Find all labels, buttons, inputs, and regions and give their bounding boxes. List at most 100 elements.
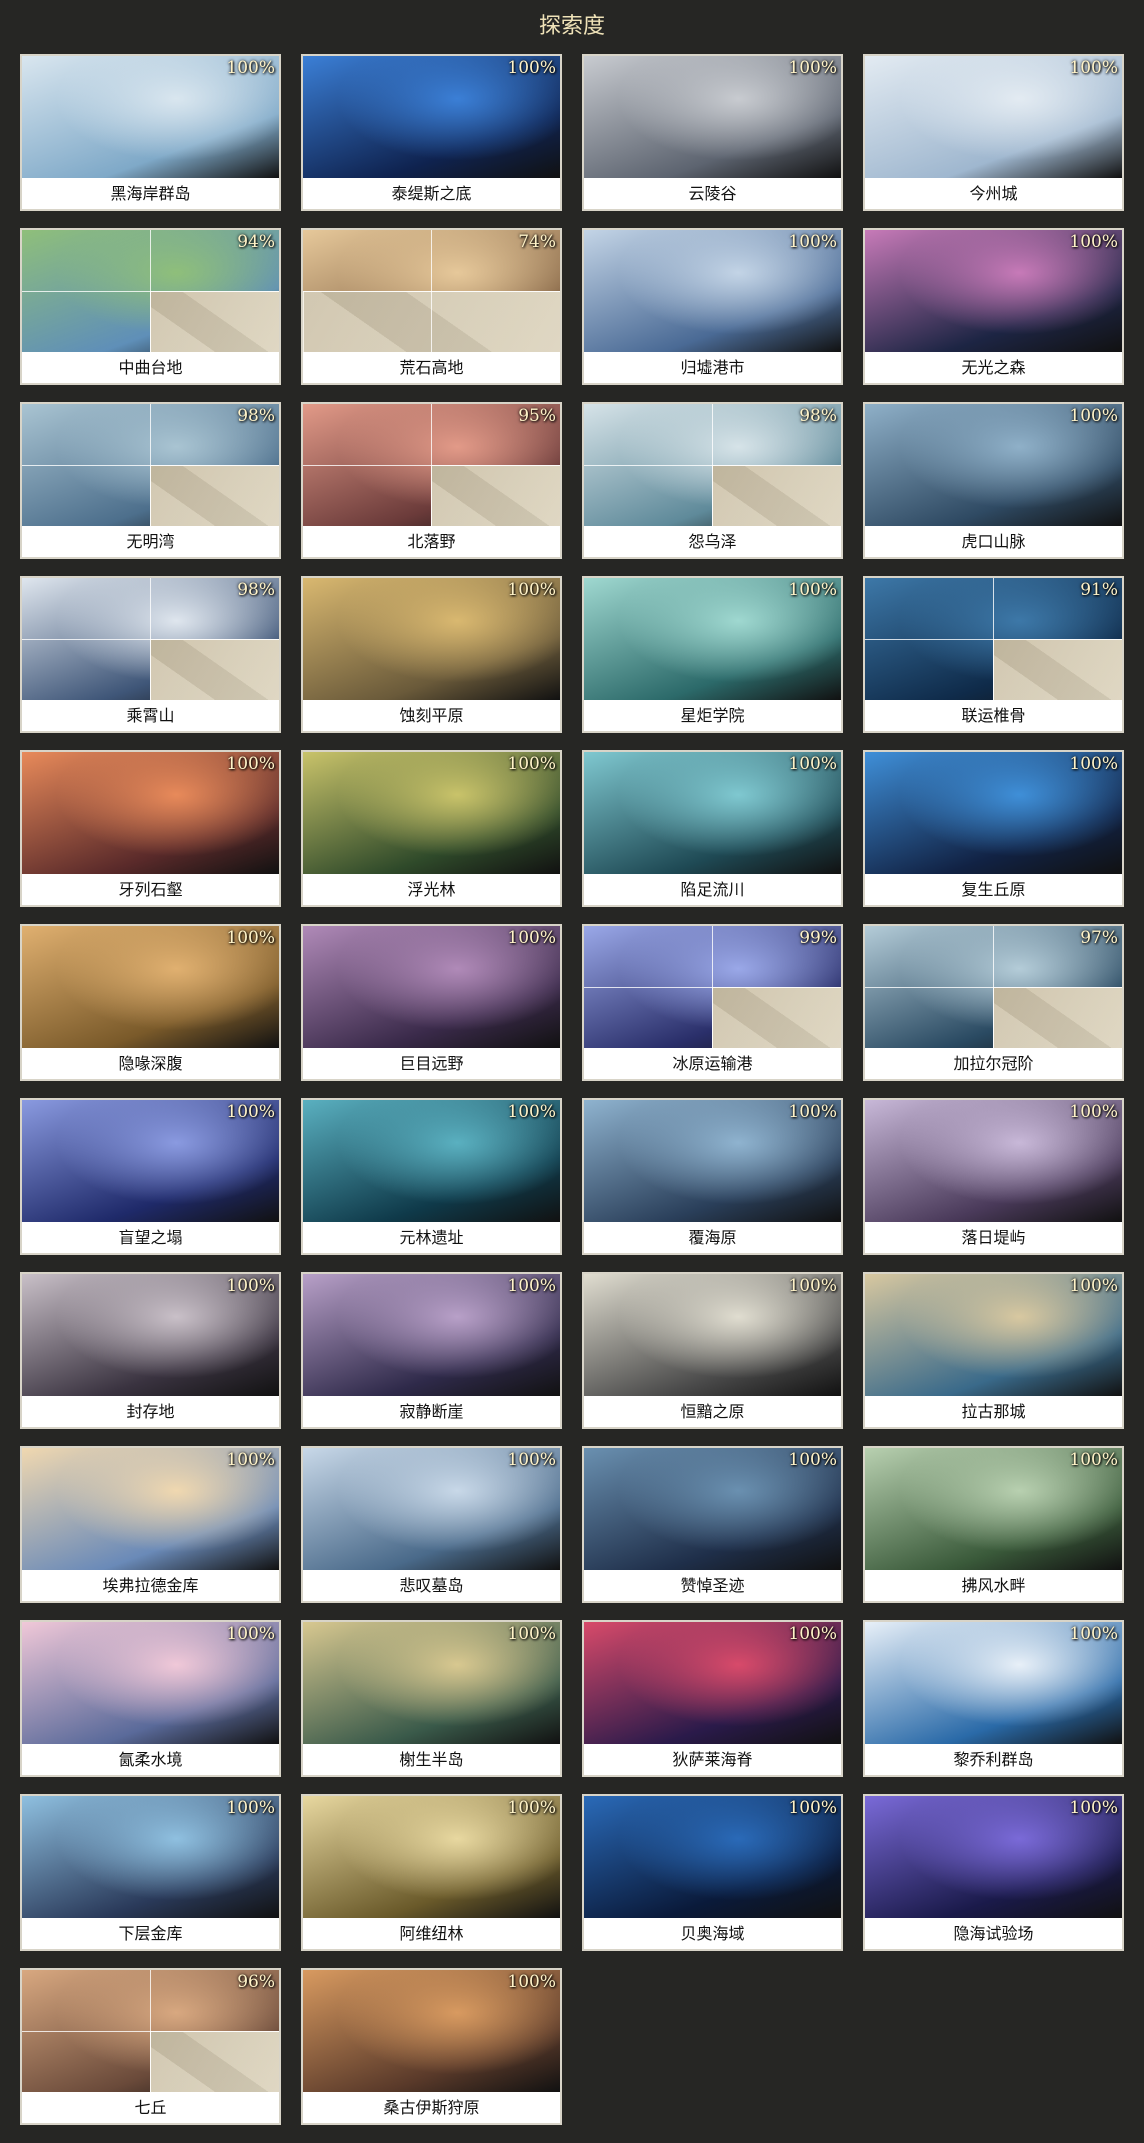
region-card[interactable]: 100% 盲望之塌 xyxy=(20,1098,281,1255)
region-card[interactable]: 100% 封存地 xyxy=(20,1272,281,1429)
region-card[interactable]: 100% 蚀刻平原 xyxy=(301,576,562,733)
region-card[interactable]: 100% 虎口山脉 xyxy=(863,402,1124,559)
region-card[interactable]: 100% 巨目远野 xyxy=(301,924,562,1081)
region-card[interactable]: 100% 归墟港市 xyxy=(582,228,843,385)
region-name: 冰原运输港 xyxy=(584,1048,841,1079)
region-card[interactable]: 100% 浮光林 xyxy=(301,750,562,907)
region-card[interactable]: 100% 阿维纽林 xyxy=(301,1794,562,1951)
exploration-percent: 100% xyxy=(507,1450,556,1470)
region-name: 狄萨莱海脊 xyxy=(584,1744,841,1775)
region-thumbnail: 100% xyxy=(303,926,560,1048)
region-name: 云陵谷 xyxy=(584,178,841,209)
exploration-percent: 97% xyxy=(1080,928,1118,948)
region-name: 赞悼圣迹 xyxy=(584,1570,841,1601)
exploration-percent: 100% xyxy=(507,580,556,600)
region-card[interactable]: 98% 怨乌泽 xyxy=(582,402,843,559)
region-card[interactable]: 100% 今州城 xyxy=(863,54,1124,211)
region-card[interactable]: 100% 覆海原 xyxy=(582,1098,843,1255)
region-thumbnail: 94% xyxy=(22,230,279,352)
map-divider xyxy=(150,404,151,526)
region-card[interactable]: 100% 元林遗址 xyxy=(301,1098,562,1255)
region-card[interactable]: 100% 泰缇斯之底 xyxy=(301,54,562,211)
region-card[interactable]: 100% 落日堤屿 xyxy=(863,1098,1124,1255)
region-card[interactable]: 96% 七丘 xyxy=(20,1968,281,2125)
region-name: 悲叹墓岛 xyxy=(303,1570,560,1601)
region-card[interactable]: 100% 贝奥海域 xyxy=(582,1794,843,1951)
region-card[interactable]: 100% 陷足流川 xyxy=(582,750,843,907)
exploration-percent: 100% xyxy=(788,1276,837,1296)
region-card[interactable]: 98% 乘霄山 xyxy=(20,576,281,733)
exploration-percent: 100% xyxy=(788,754,837,774)
region-name: 虎口山脉 xyxy=(865,526,1122,557)
region-card[interactable]: 95% 北落野 xyxy=(301,402,562,559)
map-divider xyxy=(150,578,151,700)
region-card[interactable]: 100% 复生丘原 xyxy=(863,750,1124,907)
region-card[interactable]: 100% 寂静断崖 xyxy=(301,1272,562,1429)
exploration-percent: 100% xyxy=(1069,1102,1118,1122)
region-name: 贝奥海域 xyxy=(584,1918,841,1949)
region-card[interactable]: 100% 拂风水畔 xyxy=(863,1446,1124,1603)
region-card[interactable]: 100% 氤柔水境 xyxy=(20,1620,281,1777)
region-card[interactable]: 100% 黎乔利群岛 xyxy=(863,1620,1124,1777)
region-thumbnail: 100% xyxy=(22,752,279,874)
region-card[interactable]: 98% 无明湾 xyxy=(20,402,281,559)
exploration-percent: 98% xyxy=(237,406,275,426)
region-card[interactable]: 100% 悲叹墓岛 xyxy=(301,1446,562,1603)
region-name: 阿维纽林 xyxy=(303,1918,560,1949)
region-name: 复生丘原 xyxy=(865,874,1122,905)
region-thumbnail: 100% xyxy=(865,1274,1122,1396)
region-name: 氤柔水境 xyxy=(22,1744,279,1775)
region-card[interactable]: 100% 榭生半岛 xyxy=(301,1620,562,1777)
region-card[interactable]: 100% 云陵谷 xyxy=(582,54,843,211)
region-card[interactable]: 100% 隐喙深腹 xyxy=(20,924,281,1081)
exploration-percent: 100% xyxy=(507,1624,556,1644)
region-card[interactable]: 100% 赞悼圣迹 xyxy=(582,1446,843,1603)
region-name: 拉古那城 xyxy=(865,1396,1122,1427)
region-thumbnail: 100% xyxy=(22,1622,279,1744)
region-card[interactable]: 94% 中曲台地 xyxy=(20,228,281,385)
unexplored-map-panel xyxy=(431,465,560,526)
region-card[interactable]: 100% 恒黯之原 xyxy=(582,1272,843,1429)
exploration-percent: 100% xyxy=(507,58,556,78)
region-name: 黎乔利群岛 xyxy=(865,1744,1122,1775)
region-name: 蚀刻平原 xyxy=(303,700,560,731)
region-name: 无光之森 xyxy=(865,352,1122,383)
region-card[interactable]: 100% 隐海试验场 xyxy=(863,1794,1124,1951)
region-card[interactable]: 100% 牙列石壑 xyxy=(20,750,281,907)
region-card[interactable]: 97% 加拉尔冠阶 xyxy=(863,924,1124,1081)
region-name: 落日堤屿 xyxy=(865,1222,1122,1253)
region-thumbnail: 100% xyxy=(303,1796,560,1918)
region-card[interactable]: 100% 下层金库 xyxy=(20,1794,281,1951)
region-thumbnail: 100% xyxy=(584,578,841,700)
region-card[interactable]: 100% 拉古那城 xyxy=(863,1272,1124,1429)
region-name: 无明湾 xyxy=(22,526,279,557)
region-card[interactable]: 99% 冰原运输港 xyxy=(582,924,843,1081)
map-divider xyxy=(150,230,151,352)
region-card[interactable]: 100% 无光之森 xyxy=(863,228,1124,385)
exploration-percent: 100% xyxy=(1069,1276,1118,1296)
region-card[interactable]: 100% 埃弗拉德金库 xyxy=(20,1446,281,1603)
region-thumbnail: 100% xyxy=(865,752,1122,874)
region-thumbnail: 100% xyxy=(584,752,841,874)
region-name: 浮光林 xyxy=(303,874,560,905)
exploration-percent: 100% xyxy=(788,1450,837,1470)
exploration-percent: 100% xyxy=(507,1798,556,1818)
exploration-percent: 100% xyxy=(226,1276,275,1296)
region-name: 泰缇斯之底 xyxy=(303,178,560,209)
unexplored-map-panel xyxy=(150,465,279,526)
region-card[interactable]: 100% 星炬学院 xyxy=(582,576,843,733)
region-card[interactable]: 74% 荒石高地 xyxy=(301,228,562,385)
region-name: 拂风水畔 xyxy=(865,1570,1122,1601)
exploration-percent: 100% xyxy=(788,232,837,252)
region-card[interactable]: 100% 狄萨莱海脊 xyxy=(582,1620,843,1777)
region-card[interactable]: 91% 联运椎骨 xyxy=(863,576,1124,733)
region-thumbnail: 100% xyxy=(303,578,560,700)
unexplored-map-panel xyxy=(150,291,279,352)
region-thumbnail: 100% xyxy=(584,56,841,178)
exploration-percent: 100% xyxy=(226,58,275,78)
exploration-percent: 100% xyxy=(788,580,837,600)
region-thumbnail: 91% xyxy=(865,578,1122,700)
region-card[interactable]: 100% 桑古伊斯狩原 xyxy=(301,1968,562,2125)
exploration-percent: 95% xyxy=(518,406,556,426)
region-card[interactable]: 100% 黑海岸群岛 xyxy=(20,54,281,211)
